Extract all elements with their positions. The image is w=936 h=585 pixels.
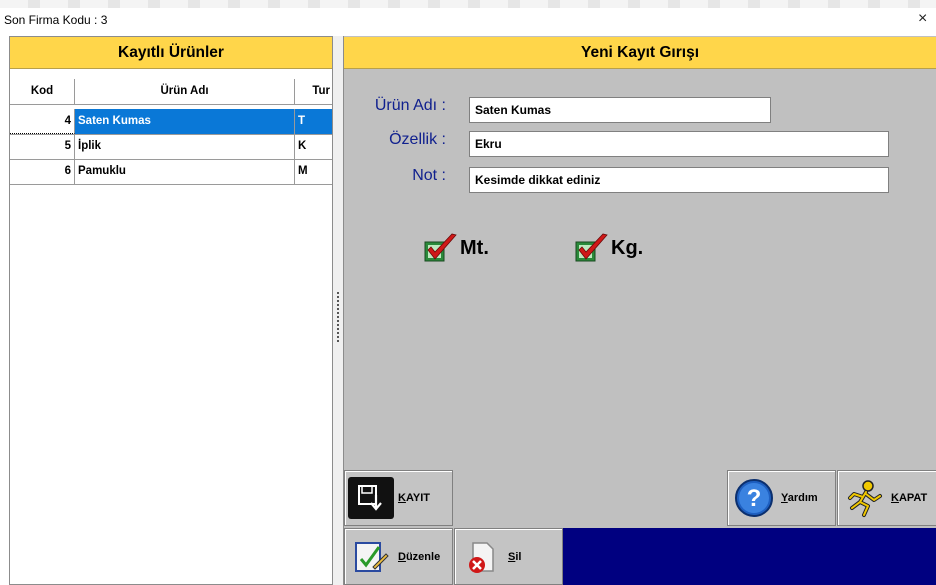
kg-checkbox-label: Kg. [611, 236, 644, 259]
table-row[interactable]: 6 Pamuklu M [10, 159, 332, 185]
cell-tur: K [298, 140, 307, 152]
kg-checkbox[interactable]: Kg. [575, 233, 643, 263]
cell-urun-adi: İplik [75, 134, 295, 159]
grid-header-row: Kod Ürün Adı Tur [10, 79, 332, 105]
cell-kod: 6 [10, 159, 75, 184]
delete-icon [458, 536, 504, 578]
urun-adi-field[interactable]: Saten Kumas [469, 97, 771, 123]
edit-note-icon [348, 536, 394, 578]
ozellik-label: Özellik : [389, 131, 446, 148]
duzenle-button-label: Düzenle [398, 550, 441, 563]
column-header-kod[interactable]: Kod [10, 79, 75, 104]
sil-button-label: Sil [508, 550, 522, 563]
top-stripe [0, 0, 936, 8]
cell-tur: M [298, 165, 308, 177]
not-field[interactable]: Kesimde dikkat ediniz [469, 167, 889, 193]
table-row[interactable]: 5 İplik K [10, 134, 332, 160]
save-icon [348, 477, 394, 519]
ozellik-field[interactable]: Ekru [469, 131, 889, 157]
cell-urun-adi: Pamuklu [75, 159, 295, 184]
kayit-button[interactable]: KAYIT [344, 470, 453, 526]
yardim-button-label: Yardım [781, 492, 818, 504]
help-icon: ? [731, 477, 777, 519]
mt-checkbox-label: Mt. [460, 236, 489, 259]
urun-adi-label: Ürün Adı : [374, 97, 446, 114]
cell-kod: 4 [10, 109, 75, 134]
checkmark-icon [424, 233, 457, 262]
checkmark-icon [575, 233, 608, 262]
window-title: Son Firma Kodu : 3 [4, 13, 108, 27]
duzenle-button[interactable]: Düzenle [344, 528, 453, 585]
cell-kod: 5 [10, 134, 75, 159]
products-panel-header: Kayıtlı Ürünler [10, 37, 332, 69]
kayit-button-label: KAYIT [398, 492, 430, 504]
column-header-tur[interactable]: Tur [295, 79, 332, 104]
table-row[interactable]: 4 Saten Kumas T [10, 109, 332, 135]
cell-urun-adi: Saten Kumas [75, 109, 295, 134]
yardim-button[interactable]: ? Yardım [727, 470, 836, 526]
column-header-urun-adi[interactable]: Ürün Adı [75, 79, 295, 104]
cell-tur: T [295, 109, 332, 134]
kapat-button[interactable]: KAPAT [837, 470, 936, 526]
svg-text:?: ? [747, 485, 762, 512]
footer-bar [563, 528, 936, 585]
title-bar [0, 8, 936, 35]
splitter-grip[interactable] [337, 292, 339, 342]
close-icon[interactable]: × [918, 10, 927, 28]
mt-checkbox[interactable]: Mt. [424, 233, 489, 263]
new-record-header: Yeni Kayıt Gırışı [344, 37, 936, 69]
not-label: Not : [412, 167, 446, 184]
kapat-button-label: KAPAT [891, 492, 928, 504]
sil-button[interactable]: Sil [454, 528, 563, 585]
exit-runner-icon [841, 477, 887, 519]
